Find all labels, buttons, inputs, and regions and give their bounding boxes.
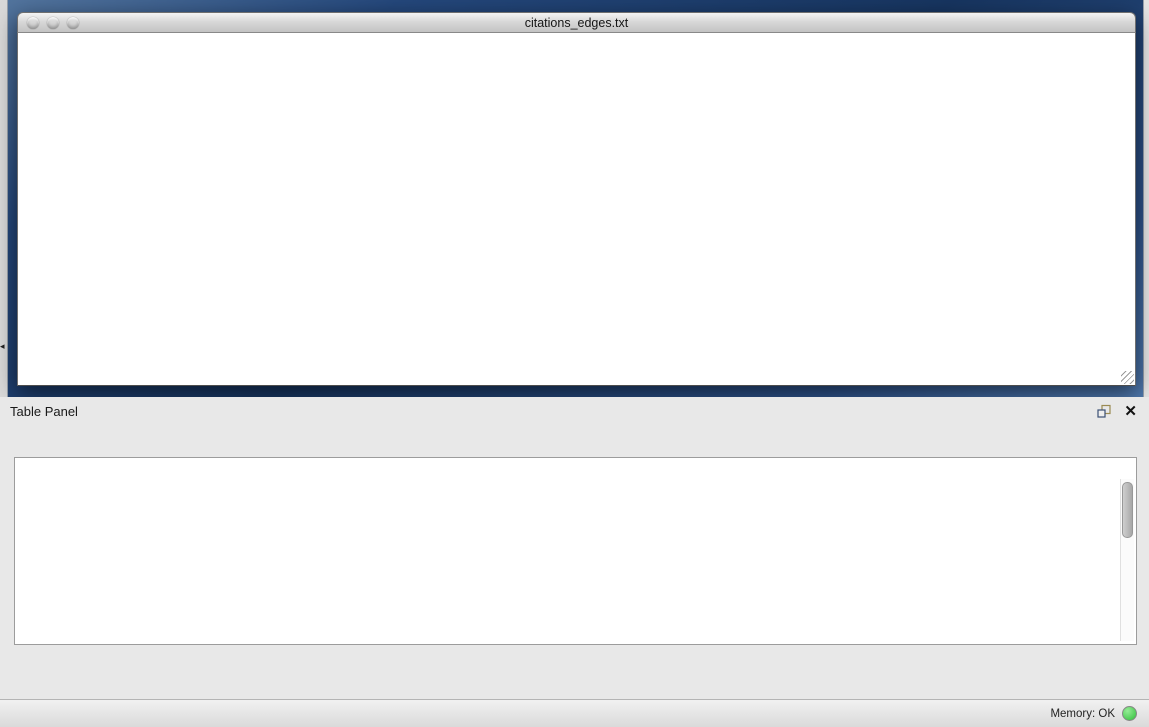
- right-dock-strip[interactable]: [1143, 0, 1149, 397]
- float-panel-icon[interactable]: [1096, 403, 1112, 419]
- window-titlebar[interactable]: citations_edges.txt: [17, 12, 1136, 33]
- attribute-table: [14, 457, 1137, 645]
- collapse-left-icon[interactable]: ◂: [0, 342, 5, 351]
- window-resize-grip[interactable]: [1121, 371, 1134, 384]
- close-panel-icon[interactable]: ✕: [1124, 404, 1137, 419]
- network-canvas[interactable]: [17, 33, 1136, 386]
- scrollbar-thumb[interactable]: [1122, 482, 1133, 538]
- memory-status-icon[interactable]: [1122, 706, 1137, 721]
- status-bar: Memory: OK: [0, 699, 1149, 727]
- table-panel: Table Panel ✕ Memory: OK: [0, 397, 1149, 727]
- zoom-window-icon[interactable]: [67, 17, 79, 29]
- close-window-icon[interactable]: [27, 17, 39, 29]
- network-graph[interactable]: [18, 33, 1135, 385]
- network-view-window: citations_edges.txt: [17, 12, 1136, 385]
- window-controls: [27, 17, 79, 29]
- minimize-window-icon[interactable]: [47, 17, 59, 29]
- table-toolbar: [0, 425, 1149, 451]
- table-panel-title: Table Panel: [10, 404, 78, 419]
- network-desktop: ◂ citations_edges.txt: [0, 0, 1149, 397]
- window-title: citations_edges.txt: [525, 16, 629, 30]
- left-dock-strip[interactable]: ◂: [0, 0, 8, 397]
- memory-status-label: Memory: OK: [1050, 708, 1115, 720]
- table-panel-header: Table Panel ✕: [0, 397, 1149, 425]
- table-scrollbar[interactable]: [1120, 479, 1134, 641]
- app-screen: ◂ citations_edges.txt Table Panel: [0, 0, 1149, 727]
